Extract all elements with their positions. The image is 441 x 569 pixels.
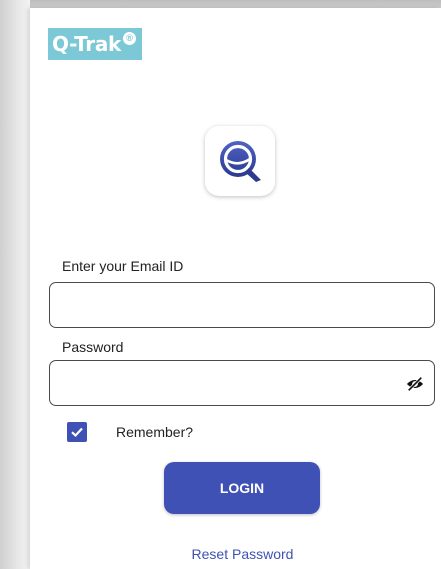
device-frame-left <box>0 0 30 569</box>
login-screen: Q-Trak ® Enter your Email ID Password Re… <box>30 8 441 569</box>
check-icon <box>71 427 83 438</box>
remember-label: Remember? <box>116 424 194 440</box>
q-trak-logo: Q-Trak ® <box>48 28 143 60</box>
q-trak-app-icon <box>205 126 275 196</box>
q-trak-q-icon <box>220 141 261 182</box>
remember-row: Remember? <box>67 422 193 442</box>
password-field[interactable] <box>49 360 435 406</box>
eye-off-icon[interactable] <box>406 375 424 393</box>
email-field[interactable] <box>49 282 435 328</box>
password-label: Password <box>62 339 124 355</box>
reset-password-link[interactable]: Reset Password <box>30 546 441 562</box>
registered-mark: ® <box>123 31 137 45</box>
logo-text: Q-Trak <box>52 32 122 56</box>
remember-checkbox[interactable] <box>67 422 87 442</box>
email-label: Enter your Email ID <box>62 258 184 274</box>
login-button[interactable]: LOGIN <box>164 462 320 514</box>
